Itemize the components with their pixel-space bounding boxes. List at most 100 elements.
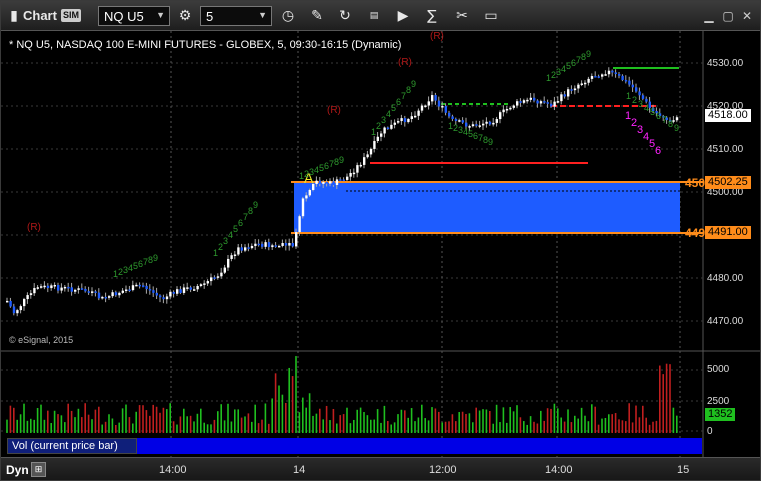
candle-body xyxy=(91,291,94,293)
candle-body xyxy=(607,70,611,75)
candle-body xyxy=(458,120,461,122)
candle-body xyxy=(441,106,444,108)
count-digit: 9 xyxy=(488,137,493,147)
candle-body xyxy=(471,124,475,127)
candle-body xyxy=(332,181,335,186)
candle-body xyxy=(77,288,80,290)
candle-body xyxy=(80,288,84,290)
volume-study-bar xyxy=(137,438,702,454)
candle-body xyxy=(57,284,60,291)
candle-body xyxy=(407,119,410,123)
price-chart[interactable]: (R)(R)(R)(R)A1 2 3 4 5 6 7 8 9 1234567891 2 3 4 5 6 7 8 9… xyxy=(1,1,761,481)
candle-body xyxy=(424,105,427,107)
candle-body xyxy=(74,289,77,292)
candle-body xyxy=(26,295,29,300)
candle-body xyxy=(454,118,458,121)
candle-body xyxy=(509,107,512,110)
chart-title: * NQ U5, NASDAQ 100 E-MINI FUTURES - GLO… xyxy=(9,39,402,51)
volume-tick: 5000 xyxy=(707,364,730,375)
volume-bars xyxy=(6,356,678,433)
candle-body xyxy=(386,127,390,130)
candle-body xyxy=(468,126,471,128)
candle-body xyxy=(546,102,549,104)
candle-body xyxy=(550,103,553,107)
candle-body xyxy=(587,78,590,83)
lock-icon[interactable]: ⊞ xyxy=(31,462,46,477)
count-digit: 2 xyxy=(632,95,637,105)
candle-body xyxy=(512,105,515,108)
count-digit: 9 xyxy=(586,49,591,59)
candle-body xyxy=(213,277,216,279)
candle-body xyxy=(104,296,107,299)
candle-body xyxy=(594,76,597,78)
zone-bottom-tag: 4491.00 xyxy=(705,226,751,239)
candle-body xyxy=(315,180,318,185)
time-axis-bar: Dyn ⊞ 14:00 14 12:00 14:00 15 xyxy=(1,457,760,480)
candle-body xyxy=(23,299,26,307)
candle-body xyxy=(369,148,373,155)
candle-body xyxy=(393,122,396,125)
candle-body xyxy=(536,100,539,104)
candle-body xyxy=(227,258,230,268)
candle-body xyxy=(475,124,478,126)
candle-body xyxy=(9,300,12,307)
price-tick: 4470.00 xyxy=(707,316,744,327)
candle-body xyxy=(645,98,648,102)
candle-body xyxy=(142,285,145,287)
candle-body xyxy=(128,289,131,292)
candle-body xyxy=(482,123,485,126)
candle-body xyxy=(570,89,573,91)
candle-body xyxy=(573,88,577,91)
candle-body xyxy=(138,284,141,287)
candle-body xyxy=(322,182,325,184)
candle-body xyxy=(118,292,121,296)
candle-body xyxy=(397,121,400,123)
candle-body xyxy=(359,164,362,167)
candle-body xyxy=(36,287,39,289)
candle-body xyxy=(522,100,526,103)
candle-body xyxy=(114,292,118,296)
candle-body xyxy=(635,87,638,92)
candle-body xyxy=(346,176,349,180)
count-digit: 3 xyxy=(638,99,643,109)
candle-body xyxy=(380,133,383,137)
candle-body xyxy=(46,285,50,289)
candle-body xyxy=(16,310,19,314)
candle-body xyxy=(216,276,220,278)
candle-body xyxy=(431,95,434,102)
dynamic-mode-label[interactable]: Dyn xyxy=(6,463,29,477)
candle-body xyxy=(295,232,298,247)
candle-body xyxy=(502,109,505,113)
r-marker: (R) xyxy=(327,105,341,116)
candle-body xyxy=(505,108,509,111)
candle-body xyxy=(284,243,288,246)
volume-study-label[interactable]: Vol (current price bar) xyxy=(7,438,137,454)
candle-body xyxy=(19,306,22,311)
candle-body xyxy=(526,99,529,102)
candle-body xyxy=(356,165,359,173)
candle-body xyxy=(244,247,247,251)
candle-body xyxy=(155,292,158,296)
candle-body xyxy=(131,285,135,291)
candle-body xyxy=(186,287,189,289)
count-digit: 8 xyxy=(668,119,673,129)
candle-body xyxy=(420,105,424,111)
r-marker: (R) xyxy=(430,31,444,42)
candle-body xyxy=(237,247,240,255)
candle-body xyxy=(179,289,182,293)
candle-body xyxy=(437,100,441,107)
candle-body xyxy=(267,242,271,248)
last-price-tag: 4518.00 xyxy=(705,109,751,122)
candle-body xyxy=(199,284,203,287)
count-digit: 9 xyxy=(253,200,258,210)
candle-body xyxy=(597,76,600,78)
candle-body xyxy=(111,292,114,297)
count-digit: 9 xyxy=(411,79,416,89)
candle-body xyxy=(410,116,413,120)
candle-body xyxy=(611,70,614,73)
candle-body xyxy=(193,289,196,291)
candle-body xyxy=(543,101,546,103)
candle-body xyxy=(176,289,179,294)
candle-body xyxy=(203,283,206,285)
candle-body xyxy=(308,189,311,196)
